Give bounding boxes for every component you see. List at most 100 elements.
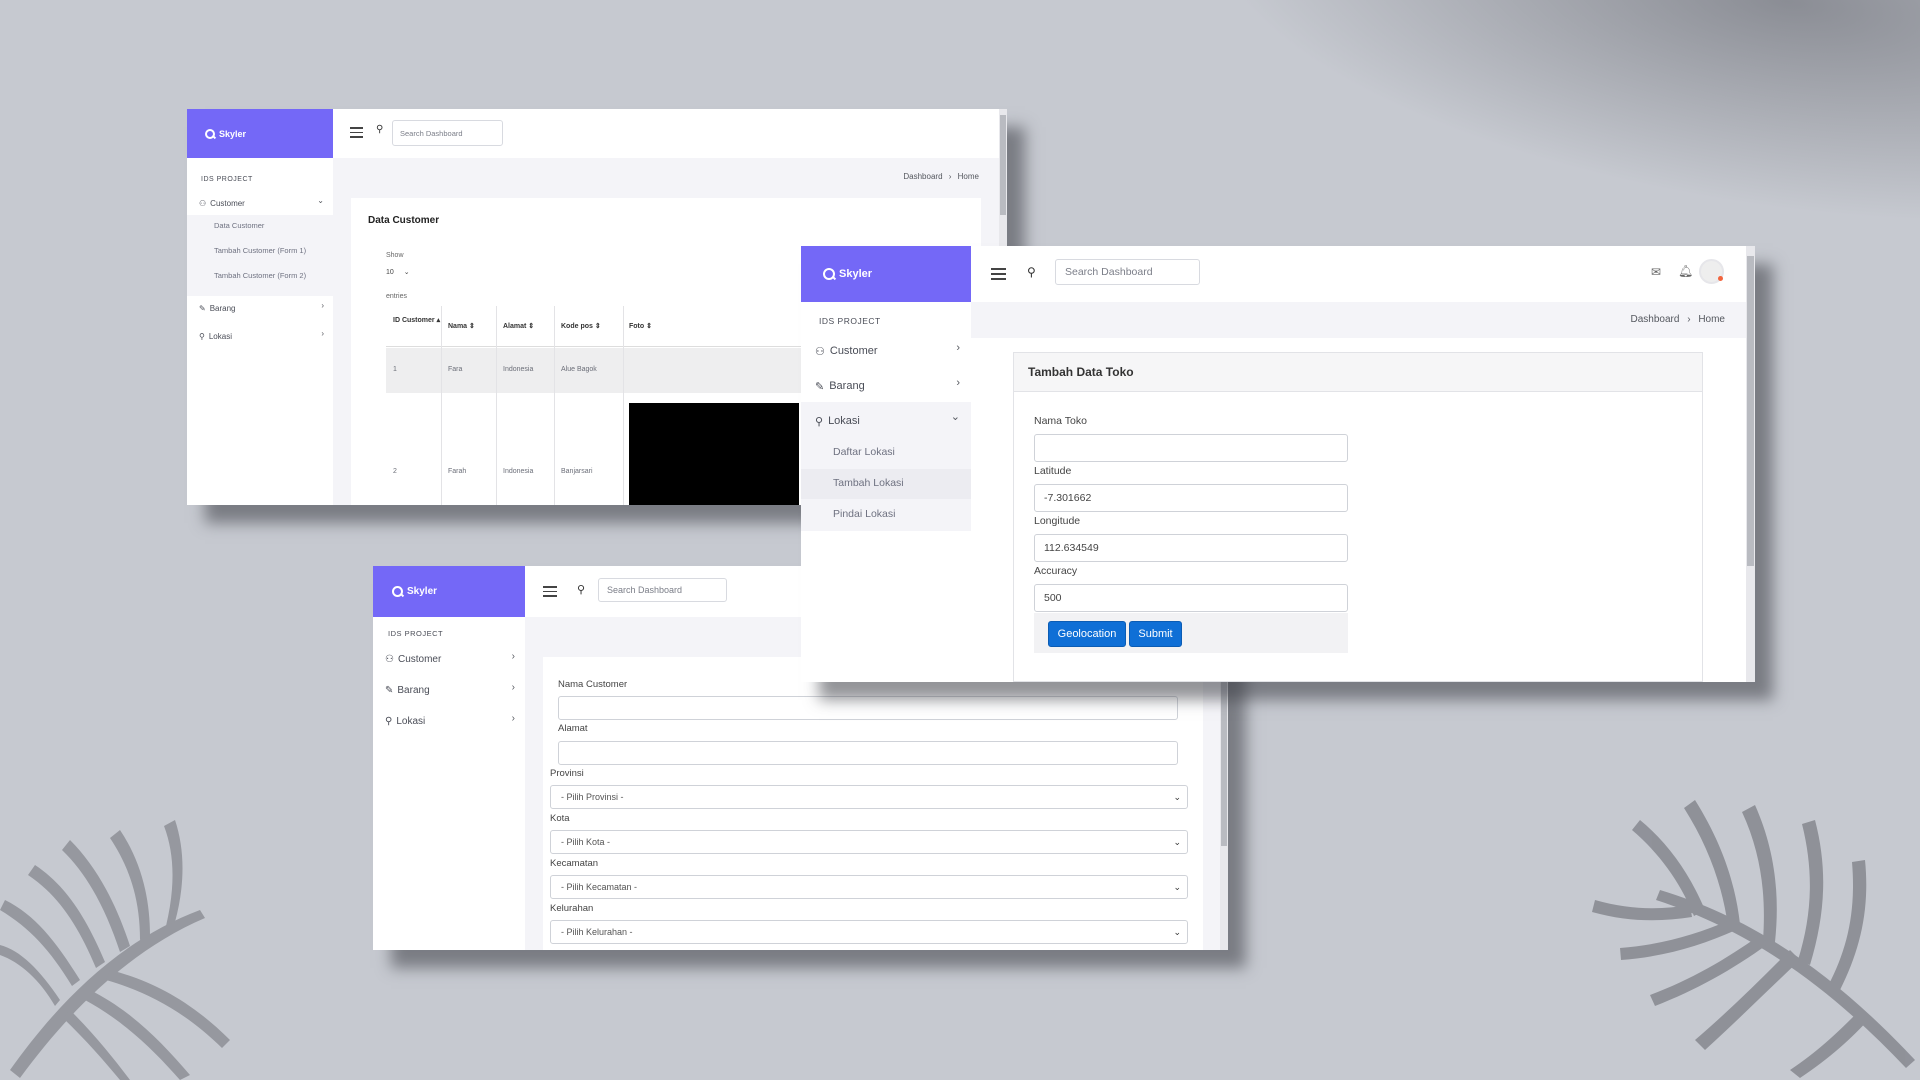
entries-select[interactable]: 10 ⌄ xyxy=(386,268,410,276)
nama-customer-input[interactable] xyxy=(558,696,1178,720)
breadcrumb-dashboard[interactable]: Dashboard xyxy=(1630,314,1679,325)
nama-customer-label: Nama Customer xyxy=(558,679,628,690)
window-tambah-toko: Skyler IDS PROJECT ⚇ Customer › ✎ Barang… xyxy=(801,246,1755,682)
latitude-input[interactable]: -7.301662 xyxy=(1034,484,1348,512)
sidebar-item-label: Lokasi xyxy=(208,331,232,341)
sidebar-item-customer[interactable]: ⚇ Customer ⌄ xyxy=(199,196,324,210)
breadcrumb: Dashboard › Home xyxy=(903,172,979,181)
mail-icon[interactable]: ✉ xyxy=(1651,265,1661,279)
accuracy-input[interactable]: 500 xyxy=(1034,584,1348,612)
sidebar-item-data-customer[interactable]: Data Customer xyxy=(214,221,264,230)
column-divider xyxy=(496,306,497,505)
search-icon[interactable]: ⚲ xyxy=(577,583,585,596)
alamat-input[interactable] xyxy=(558,741,1178,765)
sidebar-item-label: Barang xyxy=(829,380,865,392)
sidebar-item-customer[interactable]: ⚇ Customer › xyxy=(815,342,960,359)
sidebar-item-label: Customer xyxy=(210,198,245,208)
cell-id: 2 xyxy=(393,468,397,475)
sidebar-item-barang[interactable]: ✎ Barang › xyxy=(199,301,324,315)
sidebar-item-tambah-lokasi[interactable]: Tambah Lokasi xyxy=(833,477,904,489)
sidebar-item-label: Barang xyxy=(209,303,236,313)
bell-icon[interactable]: 🔔︎ xyxy=(1678,264,1693,278)
brand-logo[interactable]: Skyler xyxy=(373,566,525,617)
section-label: IDS PROJECT xyxy=(819,316,881,326)
chevron-right-icon: › xyxy=(1687,314,1691,325)
avatar[interactable] xyxy=(1699,259,1724,284)
search-input[interactable]: Search Dashboard xyxy=(598,578,727,602)
menu-icon[interactable] xyxy=(543,586,557,597)
cell-alamat: Indonesia xyxy=(503,468,534,475)
breadcrumb-home: Home xyxy=(1698,314,1725,325)
chevron-down-icon: ⌄ xyxy=(1173,881,1181,892)
sidebar-item-barang[interactable]: ✎ Barang › xyxy=(815,377,960,394)
skyler-logo-icon xyxy=(205,128,215,139)
sidebar-item-tambah-customer-form2[interactable]: Tambah Customer (Form 2) xyxy=(214,271,306,280)
alamat-label: Alamat xyxy=(558,723,588,734)
sidebar-item-lokasi[interactable]: ⚲ Lokasi ⌄ xyxy=(815,411,960,429)
customer-icon: ⚇ xyxy=(815,345,825,358)
column-header-id[interactable]: ID Customer ▴ xyxy=(393,315,441,326)
menu-icon[interactable] xyxy=(991,268,1006,280)
kelurahan-label: Kelurahan xyxy=(550,903,594,914)
sidebar-item-lokasi[interactable]: ⚲ Lokasi › xyxy=(385,713,515,729)
sidebar-item-label: Customer xyxy=(829,345,878,357)
card-title: Data Customer xyxy=(368,215,440,226)
customer-icon: ⚇ xyxy=(385,654,394,665)
longitude-label: Longitude xyxy=(1034,515,1081,527)
nama-toko-input[interactable] xyxy=(1034,434,1348,462)
search-input[interactable]: Search Dashboard xyxy=(1055,259,1200,285)
map-pin-icon: ⚲ xyxy=(385,716,393,727)
sidebar: IDS PROJECT ⚇ Customer › ✎ Barang › ⚲ Lo… xyxy=(373,617,525,950)
search-icon[interactable]: ⚲ xyxy=(1027,265,1036,279)
sidebar-item-customer[interactable]: ⚇ Customer › xyxy=(385,651,515,667)
column-divider xyxy=(441,306,442,505)
tambah-toko-card: Tambah Data Toko Nama Toko Latitude -7.3… xyxy=(1013,352,1703,682)
chevron-right-icon: › xyxy=(956,377,960,389)
breadcrumb-dashboard[interactable]: Dashboard xyxy=(903,172,942,181)
main-content: Dashboard › Home Tambah Data Toko Nama T… xyxy=(971,302,1755,682)
kecamatan-select[interactable]: - Pilih Kecamatan - ⌄ xyxy=(550,875,1188,899)
topbar: ⚲ Search Dashboard ✉ 🔔︎ xyxy=(333,109,1007,158)
sidebar-item-label: Customer xyxy=(397,654,442,665)
submit-button[interactable]: Submit xyxy=(1129,621,1182,647)
column-divider xyxy=(623,306,624,505)
nama-toko-label: Nama Toko xyxy=(1034,415,1087,427)
chevron-right-icon: › xyxy=(511,651,515,662)
chevron-down-icon: ⌄ xyxy=(317,196,324,205)
column-header-foto[interactable]: Foto ⇕ xyxy=(629,322,652,330)
sidebar-item-daftar-lokasi[interactable]: Daftar Lokasi xyxy=(833,446,895,458)
sort-icon: ⇕ xyxy=(469,323,475,330)
sidebar-item-lokasi[interactable]: ⚲ Lokasi › xyxy=(199,329,324,343)
search-input[interactable]: Search Dashboard xyxy=(392,120,503,146)
accuracy-label: Accuracy xyxy=(1034,565,1078,577)
kota-select[interactable]: - Pilih Kota - ⌄ xyxy=(550,830,1188,854)
longitude-input[interactable]: 112.634549 xyxy=(1034,534,1348,562)
section-label: IDS PROJECT xyxy=(201,176,253,183)
geolocation-button[interactable]: Geolocation xyxy=(1048,621,1126,647)
column-header-kodepos[interactable]: Kode pos ⇕ xyxy=(561,322,601,330)
background-shadow xyxy=(1132,0,1920,262)
kelurahan-select[interactable]: - Pilih Kelurahan - ⌄ xyxy=(550,920,1188,944)
column-header-nama[interactable]: Nama ⇕ xyxy=(448,322,475,330)
chevron-right-icon: › xyxy=(948,172,952,181)
customer-photo xyxy=(629,403,799,505)
search-icon[interactable]: ⚲ xyxy=(376,124,383,135)
cell-kodepos: Banjarsari xyxy=(561,468,593,475)
brand-logo[interactable]: Skyler xyxy=(187,109,333,158)
breadcrumb-home: Home xyxy=(957,172,979,181)
kecamatan-label: Kecamatan xyxy=(550,858,599,869)
menu-icon[interactable] xyxy=(350,127,363,138)
edit-icon: ✎ xyxy=(199,303,206,313)
chevron-right-icon: › xyxy=(956,342,960,354)
entries-label: entries xyxy=(386,293,408,300)
cell-nama: Farah xyxy=(448,468,467,475)
column-header-alamat[interactable]: Alamat ⇕ xyxy=(503,322,534,330)
scrollbar[interactable] xyxy=(1746,246,1755,682)
edit-icon: ✎ xyxy=(385,685,394,696)
provinsi-select[interactable]: - Pilih Provinsi - ⌄ xyxy=(550,785,1188,809)
sidebar-item-pindai-lokasi[interactable]: Pindai Lokasi xyxy=(833,508,895,520)
sidebar-item-tambah-customer-form1[interactable]: Tambah Customer (Form 1) xyxy=(214,246,306,255)
sort-icon: ⇕ xyxy=(528,323,535,330)
brand-logo[interactable]: Skyler xyxy=(801,246,971,302)
sidebar-item-barang[interactable]: ✎ Barang › xyxy=(385,682,515,698)
